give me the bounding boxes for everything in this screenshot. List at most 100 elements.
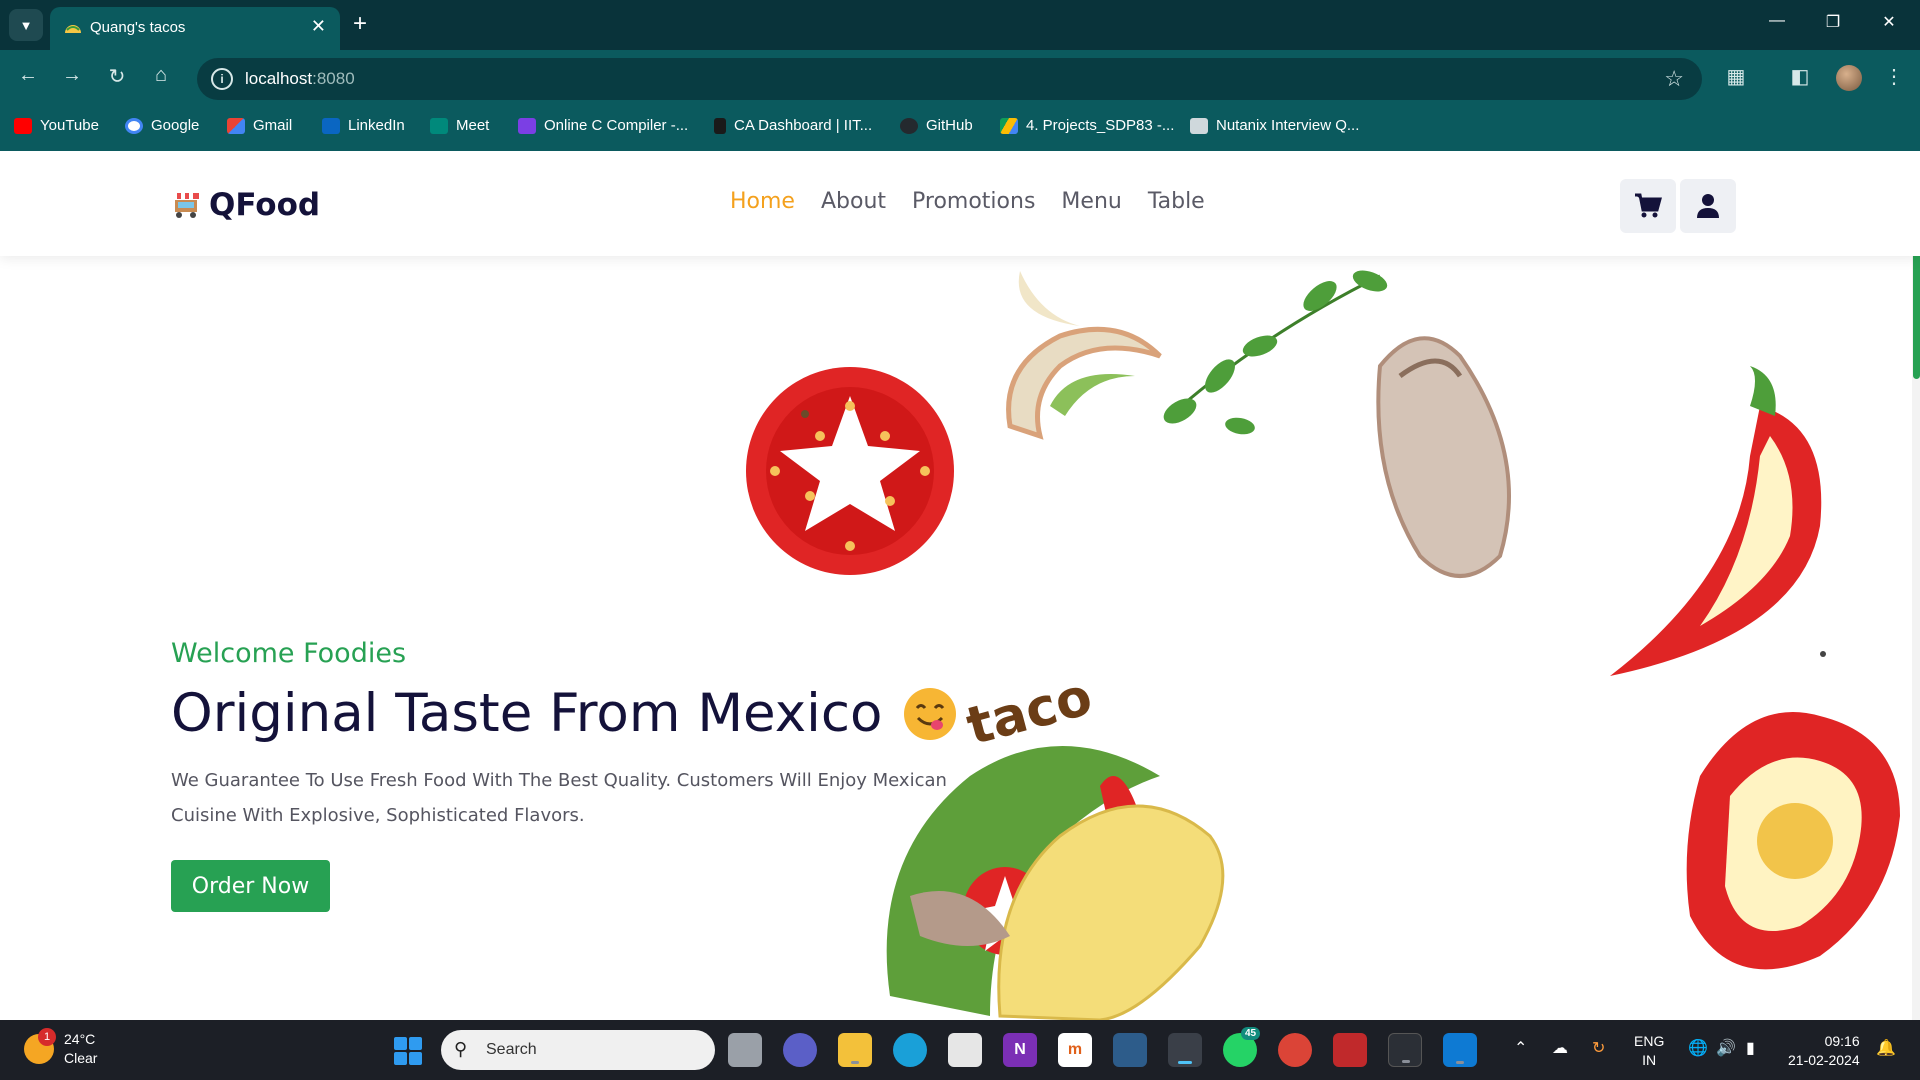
terminal-icon[interactable] — [1388, 1033, 1422, 1067]
browser-toolbar: ← → ↻ ⌂ i localhost:8080 ☆ ▦ ◧ ⋮ — [0, 50, 1920, 107]
account-button[interactable] — [1680, 179, 1736, 233]
restore-button[interactable]: ❐ — [1818, 12, 1848, 32]
onedrive-icon[interactable]: ☁ — [1552, 1038, 1568, 1058]
nav-table[interactable]: Table — [1148, 189, 1205, 214]
weather-badge: 1 — [38, 1028, 56, 1046]
bookmarks-bar: YouTube Google Gmail LinkedIn Meet Onlin… — [0, 107, 1920, 151]
yummy-face-icon — [904, 687, 957, 740]
drive-icon — [1000, 117, 1018, 134]
bookmark-star-icon[interactable]: ☆ — [1664, 66, 1684, 92]
hero-title: Original Taste From Mexico — [171, 683, 957, 744]
file-explorer-icon[interactable] — [838, 1033, 872, 1067]
battery-icon[interactable]: ▮ — [1746, 1038, 1755, 1058]
linkedin-icon — [322, 117, 340, 134]
onenote-icon[interactable]: N — [1003, 1033, 1037, 1067]
hero-title-text: Original Taste From Mexico — [171, 683, 883, 744]
back-button[interactable]: ← — [14, 64, 42, 87]
bookmark-meet[interactable]: Meet — [430, 117, 489, 134]
compiler-icon — [518, 117, 536, 134]
bookmark-online-compiler[interactable]: Online C Compiler -... — [518, 117, 688, 134]
whatsapp-icon[interactable]: 45 — [1223, 1027, 1261, 1067]
windows-logo-q1 — [394, 1037, 407, 1050]
side-panel-icon[interactable]: ◧ — [1786, 64, 1814, 89]
network-icon[interactable]: 🌐 — [1688, 1038, 1708, 1058]
gmail-icon — [227, 117, 245, 134]
new-tab-button[interactable]: + — [353, 9, 367, 39]
language-indicator[interactable]: ENG IN — [1634, 1032, 1664, 1070]
order-now-button[interactable]: Order Now — [171, 860, 330, 912]
teams-chat-icon[interactable] — [783, 1033, 817, 1067]
dashboard-icon — [714, 117, 726, 134]
bookmark-projects-drive[interactable]: 4. Projects_SDP83 -... — [1000, 117, 1174, 134]
tab-search-button[interactable]: ▼ — [9, 9, 43, 41]
weather-widget[interactable]: 1 24°C Clear — [24, 1028, 98, 1068]
weather-condition: Clear — [64, 1050, 98, 1066]
page-scrollbar[interactable] — [1912, 151, 1920, 1020]
taco-favicon-icon — [65, 25, 81, 33]
minimize-button[interactable]: — — [1762, 12, 1792, 30]
interview-icon — [1190, 117, 1208, 134]
bookmark-google[interactable]: Google — [125, 117, 199, 134]
google-icon — [125, 117, 143, 134]
reload-button[interactable]: ↻ — [103, 64, 131, 89]
home-button[interactable]: ⌂ — [147, 64, 175, 87]
moodle-app-icon[interactable]: m — [1058, 1033, 1092, 1067]
hero-food-illustration: taco — [746, 270, 1900, 1020]
chevron-down-icon: ▼ — [19, 17, 33, 33]
nav-menu[interactable]: Menu — [1061, 189, 1121, 214]
profile-avatar[interactable] — [1836, 65, 1862, 91]
browser-tab-active[interactable]: Quang's tacos ✕ — [50, 7, 340, 50]
bookmark-ca-dashboard[interactable]: CA Dashboard | IIT... — [714, 117, 872, 134]
bookmark-nutanix-interview[interactable]: Nutanix Interview Q... — [1190, 117, 1359, 134]
language-line1: ENG — [1634, 1033, 1665, 1049]
mcafee-icon[interactable] — [1333, 1033, 1367, 1067]
extensions-icon[interactable]: ▦ — [1722, 64, 1750, 89]
clock-time: 09:16 — [1824, 1033, 1860, 1049]
sync-icon[interactable]: ↻ — [1592, 1038, 1605, 1058]
bookmark-label: Nutanix Interview Q... — [1216, 117, 1360, 134]
weather-moon-icon: 1 — [24, 1028, 56, 1064]
chrome-icon[interactable] — [1278, 1033, 1312, 1067]
hero-description: We Guarantee To Use Fresh Food With The … — [171, 770, 947, 826]
show-hidden-icons-icon[interactable]: ⌃ — [1514, 1038, 1527, 1058]
brand-logo[interactable]: QFood — [171, 187, 320, 223]
herb-sprig-icon — [1163, 270, 1388, 435]
close-tab-icon[interactable]: ✕ — [311, 16, 326, 37]
whatsapp-badge: 45 — [1241, 1027, 1261, 1040]
mysql-workbench-icon[interactable] — [1113, 1033, 1147, 1067]
bell-pepper-icon — [1686, 712, 1900, 970]
bookmark-label: Gmail — [253, 117, 293, 134]
address-bar[interactable]: i localhost:8080 ☆ — [197, 58, 1702, 100]
bookmark-youtube[interactable]: YouTube — [14, 117, 99, 134]
bookmark-label: 4. Projects_SDP83 -... — [1026, 117, 1175, 134]
task-view-icon[interactable] — [728, 1033, 762, 1067]
system-clock[interactable]: 09:16 21-02-2024 — [1788, 1032, 1860, 1070]
site-info-icon[interactable]: i — [211, 68, 233, 90]
nav-about[interactable]: About — [821, 189, 886, 214]
bookmark-label: Google — [151, 117, 200, 134]
clock-date: 21-02-2024 — [1788, 1052, 1860, 1068]
more-menu-icon[interactable]: ⋮ — [1880, 64, 1908, 89]
microsoft-store-icon[interactable] — [948, 1033, 982, 1067]
chrome-profile-icon[interactable] — [1168, 1033, 1202, 1067]
nav-promotions[interactable]: Promotions — [912, 189, 1035, 214]
bookmark-github[interactable]: GitHub — [900, 117, 973, 134]
bookmark-gmail[interactable]: Gmail — [227, 117, 292, 134]
notifications-bell-icon[interactable]: 🔔 — [1876, 1038, 1896, 1058]
cart-button[interactable] — [1620, 179, 1676, 233]
taskbar-search[interactable]: ⚲ Search — [441, 1030, 715, 1070]
search-icon: ⚲ — [454, 1039, 468, 1059]
nav-home[interactable]: Home — [730, 189, 795, 214]
start-button[interactable] — [394, 1037, 422, 1065]
tomato-slice-icon — [746, 367, 954, 575]
vscode-icon[interactable] — [1443, 1033, 1477, 1067]
bookmark-linkedin[interactable]: LinkedIn — [322, 117, 405, 134]
forward-button[interactable]: → — [58, 64, 86, 87]
url-text[interactable]: localhost:8080 — [245, 69, 355, 89]
volume-icon[interactable]: 🔊 — [1716, 1038, 1736, 1058]
youtube-icon — [14, 117, 32, 134]
close-window-button[interactable]: ✕ — [1874, 12, 1904, 32]
edge-browser-icon[interactable] — [893, 1033, 927, 1067]
taskbar-search-label: Search — [486, 1041, 537, 1058]
user-icon — [1697, 194, 1719, 218]
